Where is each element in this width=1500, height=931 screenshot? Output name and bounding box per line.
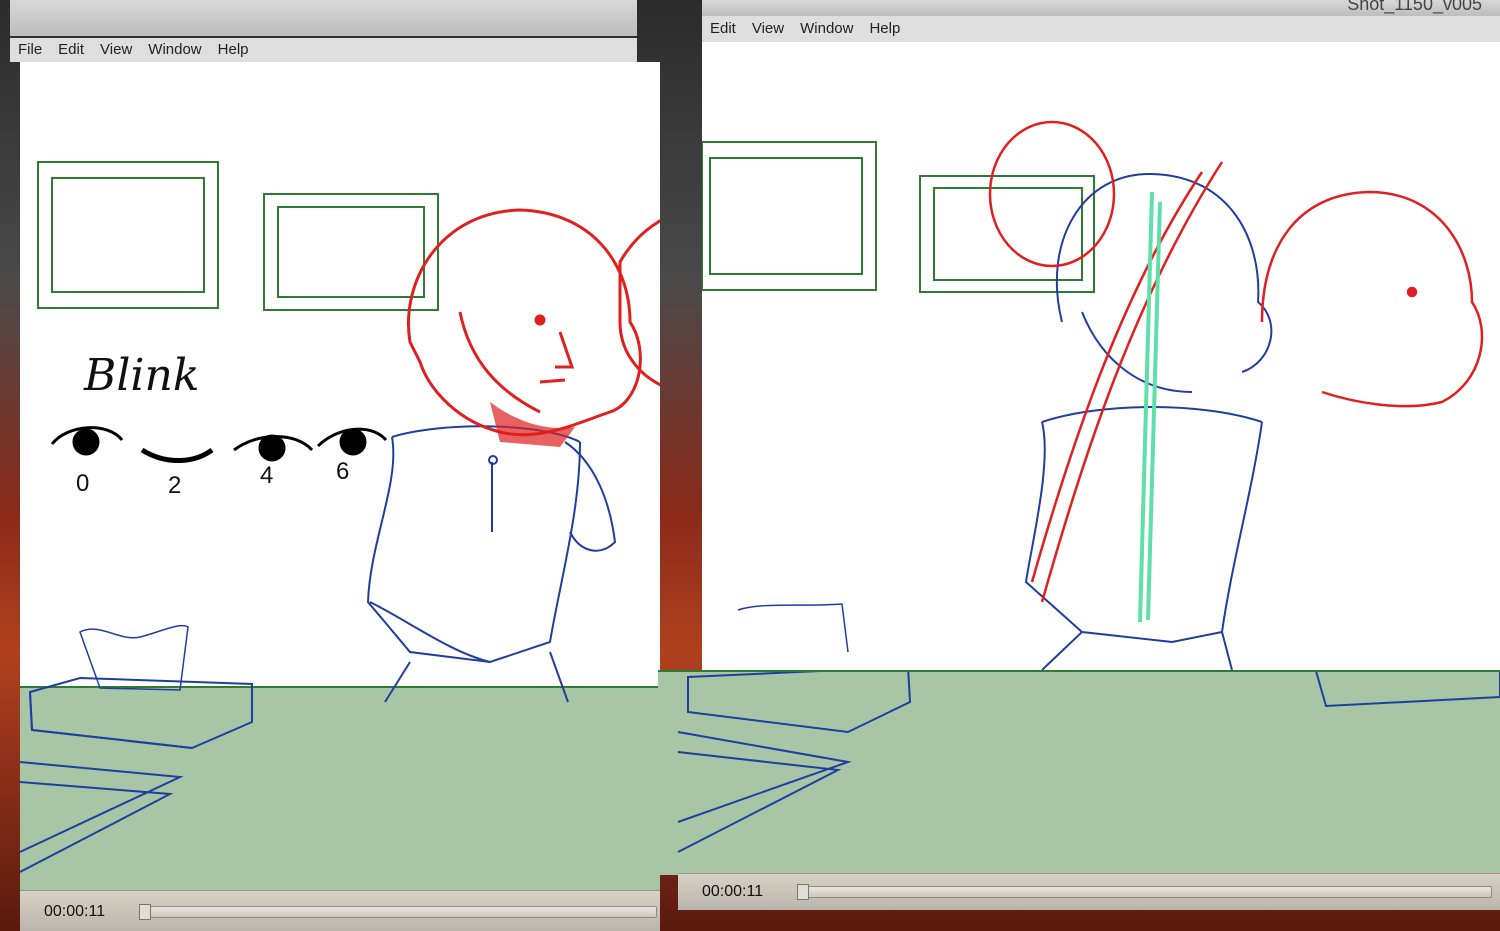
menu-help[interactable]: Help bbox=[861, 18, 908, 40]
left-drawing-canvas[interactable]: Blink 0 2 4 6 bbox=[20, 62, 660, 890]
tissue-box bbox=[737, 603, 849, 653]
blink-chart bbox=[50, 426, 388, 464]
menu-edit[interactable]: Edit bbox=[50, 39, 92, 61]
timecode-display: 00:00:11 bbox=[702, 883, 764, 900]
blink-frame-label: 2 bbox=[168, 472, 182, 499]
blink-title: Blink bbox=[84, 350, 200, 401]
red-construction-lines bbox=[988, 120, 1484, 603]
right-title-bar: Shot_1150_v005 bbox=[702, 0, 1500, 16]
right-sketch-svg bbox=[702, 120, 1484, 670]
blink-frame-label: 4 bbox=[260, 462, 274, 489]
menu-edit[interactable]: Edit bbox=[702, 18, 744, 40]
wall-frame bbox=[37, 161, 219, 309]
blink-frame-label: 6 bbox=[336, 458, 350, 485]
left-menu-bar: File Edit View Window Help bbox=[10, 38, 637, 62]
wall-frame bbox=[702, 141, 877, 291]
left-app-window: File Edit View Window Help Blink 0 2 4 6… bbox=[0, 0, 660, 931]
timeline-scrubber[interactable] bbox=[797, 884, 1492, 900]
table-surface bbox=[658, 656, 1500, 875]
menu-file[interactable]: File bbox=[10, 39, 50, 61]
right-drawing-canvas[interactable] bbox=[702, 42, 1500, 670]
table-surface bbox=[20, 687, 660, 890]
character-head-sketch-red bbox=[407, 208, 660, 437]
wall-frame bbox=[919, 175, 1095, 293]
left-title-bar bbox=[10, 0, 637, 36]
menu-window[interactable]: Window bbox=[140, 39, 209, 61]
character-body-sketch bbox=[366, 425, 617, 703]
right-app-window: Shot_1150_v005 Edit View Window Help 00:… bbox=[658, 0, 1500, 931]
timeline-scrubber[interactable] bbox=[139, 904, 657, 920]
window-title: Shot_1150_v005 bbox=[1347, 0, 1482, 14]
menu-view[interactable]: View bbox=[92, 39, 140, 61]
menu-window[interactable]: Window bbox=[792, 18, 861, 40]
scrubber-handle[interactable] bbox=[797, 884, 809, 900]
timecode-display: 00:00:11 bbox=[44, 902, 106, 920]
blink-frame-label: 0 bbox=[76, 470, 90, 497]
menu-help[interactable]: Help bbox=[210, 39, 257, 61]
menu-view[interactable]: View bbox=[744, 18, 792, 40]
scrubber-handle[interactable] bbox=[139, 904, 151, 920]
right-menu-bar: Edit View Window Help bbox=[702, 16, 1500, 42]
